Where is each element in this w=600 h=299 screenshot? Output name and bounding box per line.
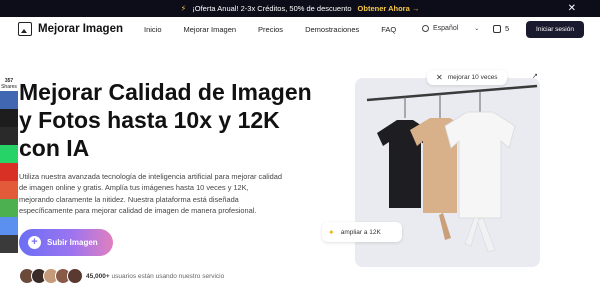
- users-count-text: 45,000+ usuarios están usando nuestro se…: [86, 273, 224, 280]
- promo-text: ¡Oferta Anual! 2-3x Créditos, 50% de des…: [192, 4, 352, 13]
- share-sidebar: 357 Shares: [0, 77, 18, 253]
- more-share-icon[interactable]: [0, 235, 18, 253]
- credits-icon: [493, 24, 501, 33]
- close-icon: ✕: [436, 73, 443, 82]
- reddit-share-icon[interactable]: [0, 181, 18, 199]
- language-selector[interactable]: Español ⌄: [422, 25, 479, 32]
- sms-share-icon[interactable]: [0, 199, 18, 217]
- users-count: 45,000+: [86, 273, 110, 280]
- lightning-icon: ⚡: [180, 4, 187, 13]
- user-avatars: [19, 268, 83, 284]
- upscale-badge: ✦ ampliar a 12K: [322, 222, 402, 242]
- language-label: Español: [433, 25, 459, 32]
- credits-count: 5: [505, 24, 510, 33]
- facebook-share-icon[interactable]: [0, 91, 18, 109]
- whatsapp-share-icon[interactable]: [0, 145, 18, 163]
- share-count-label: Shares: [1, 84, 17, 90]
- avatar: [67, 268, 83, 284]
- close-icon[interactable]: ✕: [568, 3, 576, 14]
- upload-label: Subir Imagen: [47, 238, 98, 247]
- upscale-badge-label: ampliar a 12K: [340, 228, 381, 236]
- login-button[interactable]: Iniciar sesión: [526, 21, 584, 38]
- enhance-badge: ✕ mejorar 10 veces: [427, 70, 507, 85]
- credits-display[interactable]: 5: [493, 24, 509, 33]
- hero-title: Mejorar Calidad de Imagen y Fotos hasta …: [19, 79, 312, 161]
- upload-image-button[interactable]: + Subir Imagen: [19, 229, 113, 256]
- arrow-icon: ↗: [532, 73, 538, 80]
- nav-item-mejorar-imagen[interactable]: Mejorar Imagen: [184, 25, 237, 34]
- logo-text[interactable]: Mejorar Imagen: [38, 23, 123, 35]
- chevron-down-icon: ⌄: [474, 26, 480, 32]
- header: Mejorar Imagen Inicio Mejorar Imagen Pre…: [0, 17, 600, 43]
- users-label: usuarios están usando nuestro servicio: [111, 273, 225, 280]
- threads-share-icon[interactable]: [0, 127, 18, 145]
- nav-item-precios[interactable]: Precios: [258, 25, 283, 34]
- hero-description: Utiliza nuestra avanzada tecnología de i…: [19, 172, 282, 215]
- globe-icon: [422, 25, 429, 32]
- enhance-badge-label: mejorar 10 veces: [447, 74, 498, 81]
- email-share-icon[interactable]: [0, 217, 18, 235]
- nav-item-inicio[interactable]: Inicio: [144, 25, 162, 34]
- nav-item-demostraciones[interactable]: Demostraciones: [305, 25, 359, 34]
- x-share-icon[interactable]: [0, 109, 18, 127]
- logo-icon[interactable]: [18, 22, 32, 36]
- promo-bar: ⚡ ¡Oferta Anual! 2-3x Créditos, 50% de d…: [0, 0, 600, 17]
- share-count: 357 Shares: [0, 77, 18, 91]
- nav-item-faq[interactable]: FAQ: [381, 25, 396, 34]
- main-nav: Inicio Mejorar Imagen Precios Demostraci…: [144, 25, 418, 34]
- promo-cta-link[interactable]: Obtener Ahora →: [358, 4, 420, 13]
- sparkle-icon: ✦: [328, 227, 335, 237]
- pinterest-share-icon[interactable]: [0, 163, 18, 181]
- plus-icon: +: [28, 236, 41, 249]
